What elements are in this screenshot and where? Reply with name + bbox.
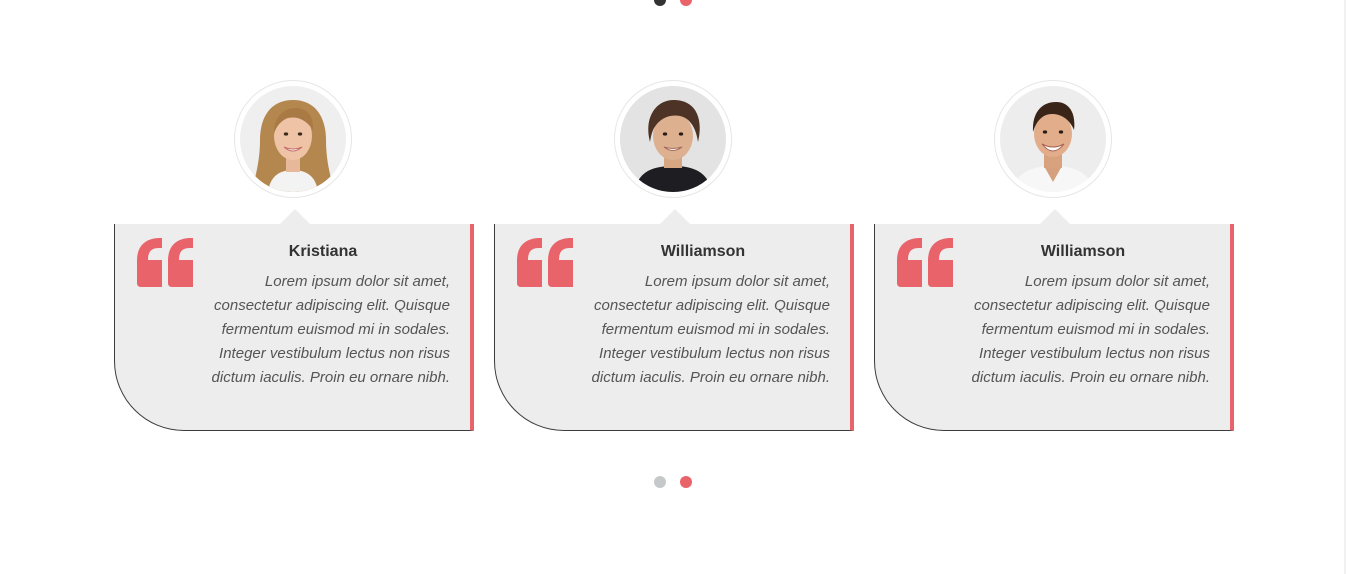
quote-icon: [137, 238, 193, 287]
testimonial-text: Lorem ipsum dolor sit amet, consectetur …: [211, 273, 450, 386]
testimonial-card: Kristiana Lorem ipsum dolor sit amet, co…: [114, 80, 474, 432]
testimonial-panel: Kristiana Lorem ipsum dolor sit amet, co…: [114, 224, 474, 431]
testimonial-card: Williamson Lorem ipsum dolor sit amet, c…: [874, 80, 1234, 432]
panel-pointer: [280, 209, 310, 224]
carousel-pagination-bottom: [0, 476, 1346, 488]
testimonial-text: Lorem ipsum dolor sit amet, consectetur …: [971, 273, 1210, 386]
avatar-frame: [234, 80, 352, 198]
avatar-man-dark-sweater: [620, 86, 726, 192]
testimonial-text: Lorem ipsum dolor sit amet, consectetur …: [591, 273, 830, 386]
quote-icon: [897, 238, 953, 287]
avatar-man-white-shirt: [1000, 86, 1106, 192]
testimonial-author-name: Kristiana: [288, 243, 358, 260]
testimonial-author-name: Williamson: [660, 243, 746, 260]
panel-pointer: [660, 209, 690, 224]
testimonial-panel: Williamson Lorem ipsum dolor sit amet, c…: [494, 224, 854, 431]
pagination-dot-1[interactable]: [654, 476, 666, 488]
quote-icon: [517, 238, 573, 287]
testimonial-card: Williamson Lorem ipsum dolor sit amet, c…: [494, 80, 854, 432]
testimonial-author-name: Williamson: [1040, 243, 1126, 260]
avatar-frame: [614, 80, 732, 198]
pagination-dot-1[interactable]: [654, 0, 666, 6]
carousel-pagination-top: [0, 0, 1346, 6]
testimonial-panel: Williamson Lorem ipsum dolor sit amet, c…: [874, 224, 1234, 431]
avatar-woman: [240, 86, 346, 192]
panel-pointer: [1040, 209, 1070, 224]
pagination-dot-2-active[interactable]: [680, 476, 692, 488]
pagination-dot-2-active[interactable]: [680, 0, 692, 6]
avatar-frame: [994, 80, 1112, 198]
